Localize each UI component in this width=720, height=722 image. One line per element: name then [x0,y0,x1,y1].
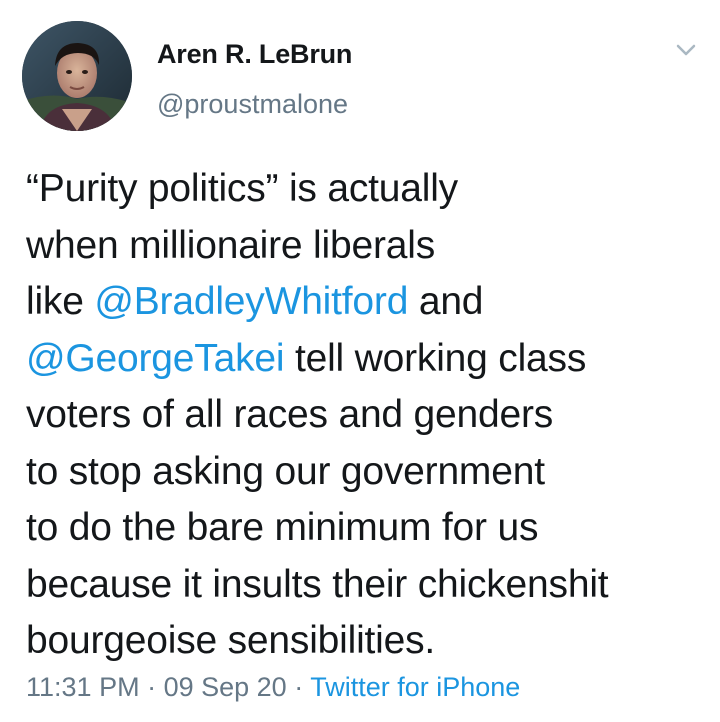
tweet-time[interactable]: 11:31 PM [26,672,140,702]
tweet-text-segment: to do the bare minimum for us [26,506,539,549]
mention-link[interactable]: @GeorgeTakei [26,337,285,380]
tweet-line: bourgeoise sensibilities. [26,613,716,670]
meta-separator: · [139,672,164,702]
tweet-text-segment: voters of all races and genders [26,393,554,436]
tweet-line: @GeorgeTakei tell working class [26,331,716,388]
mention-link[interactable]: @BradleyWhitford [94,280,408,323]
author-display-name[interactable]: Aren R. LeBrun [157,38,352,70]
tweet-source-link[interactable]: Twitter for iPhone [310,672,520,702]
tweet-line: when millionaire liberals [26,218,716,275]
tweet-line: to do the bare minimum for us [26,500,716,557]
tweet-line: to stop asking our government [26,444,716,501]
chevron-down-icon[interactable] [672,36,700,64]
avatar[interactable] [22,21,132,131]
user-avatar-photo-icon [22,21,132,131]
tweet-line: because it insults their chickenshit [26,557,716,614]
tweet-text: “Purity politics” is actually when millio… [26,161,716,670]
tweet-line: “Purity politics” is actually [26,161,716,218]
tweet-text-segment: bourgeoise sensibilities. [26,619,436,662]
tweet-text-segment: because it insults their chickenshit [26,562,609,606]
tweet-date[interactable]: 09 Sep 20 [164,672,287,702]
tweet-text-segment: like [26,280,95,323]
tweet-text-segment: to stop asking our government [26,449,545,493]
tweet-line: voters of all races and genders [26,387,716,444]
author-handle[interactable]: @proustmalone [157,88,348,120]
tweet-text-segment: “Purity politics” is actually [26,167,458,210]
tweet-text-segment: tell working class [284,336,587,380]
tweet-meta: 11:31 PM · 09 Sep 20 · Twitter for iPhon… [26,671,520,703]
tweet-text-segment: when millionaire liberals [26,223,436,267]
tweet-line: like @BradleyWhitford and [26,274,716,331]
meta-separator: · [286,672,311,702]
tweet-text-segment: and [408,280,484,323]
